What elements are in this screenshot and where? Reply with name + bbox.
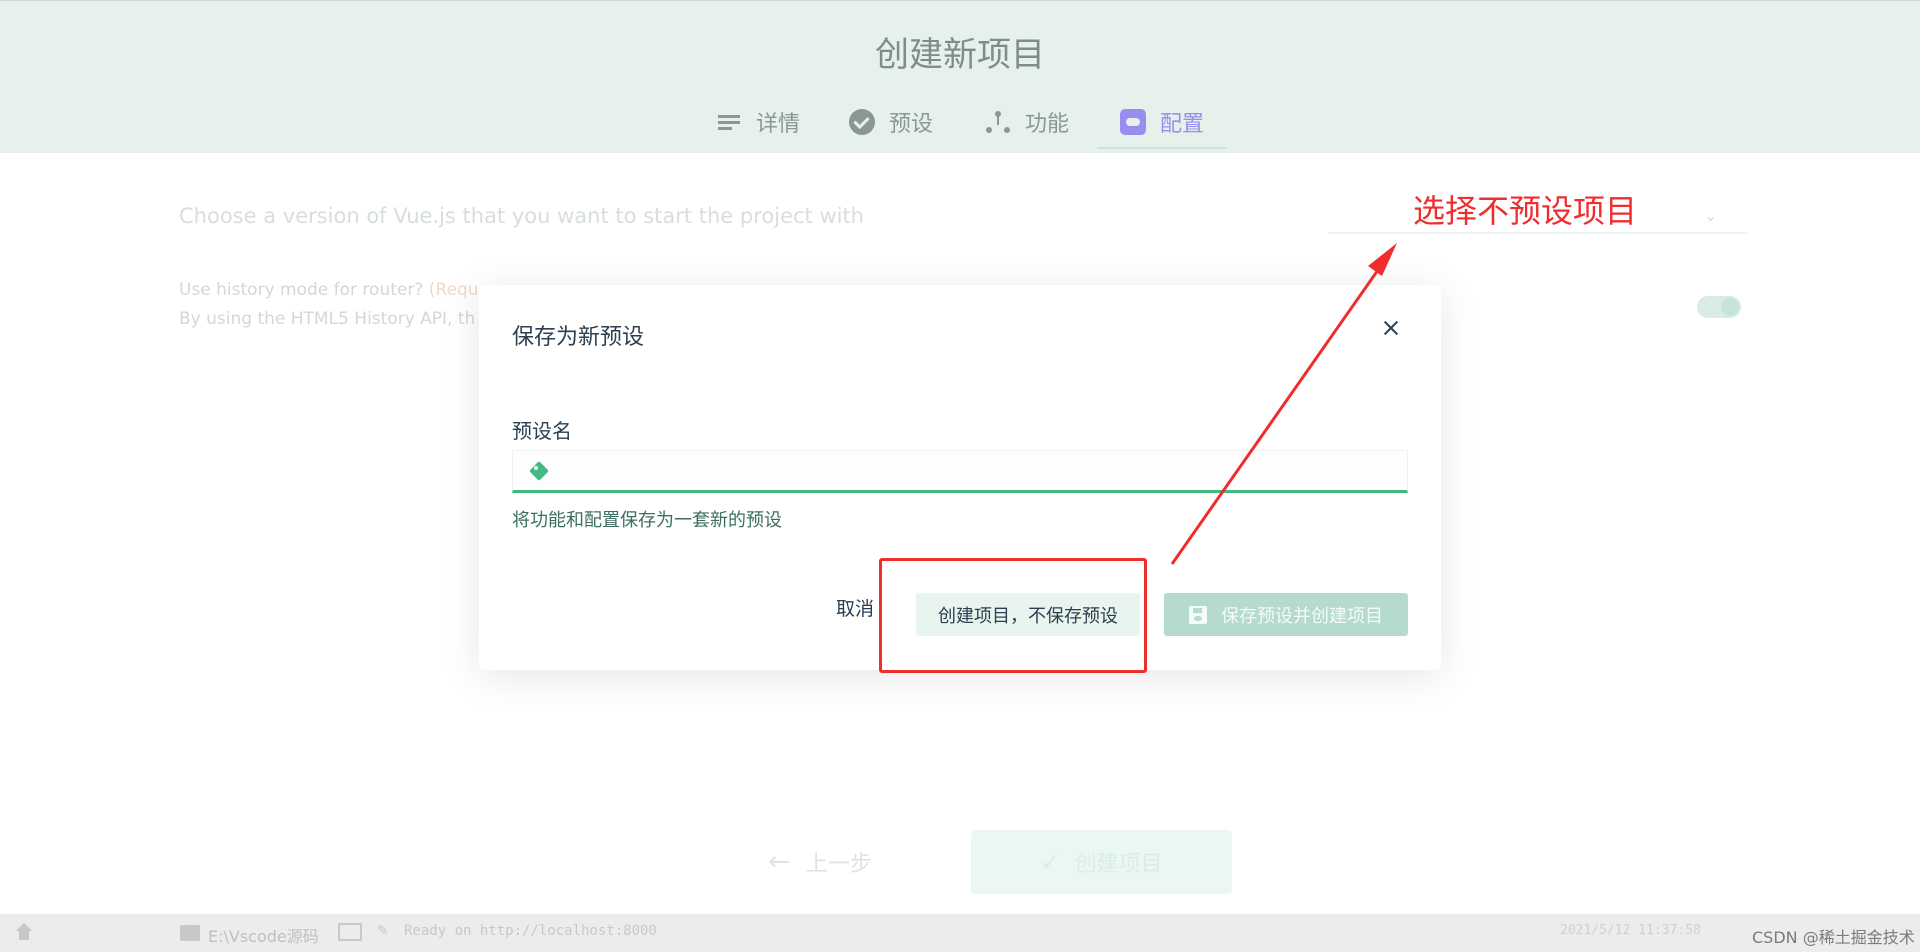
floppy-disk-icon [1189, 605, 1207, 624]
tab-presets[interactable]: 预设 [849, 101, 933, 143]
preset-name-input[interactable] [559, 451, 1399, 491]
save-preset-and-create-button[interactable]: 保存预设并创建项目 [1164, 593, 1408, 636]
console-icon[interactable] [338, 923, 362, 941]
tree-icon [985, 109, 1011, 135]
preset-name-label: 预设名 [512, 419, 572, 443]
chevron-down-icon[interactable]: ⌄ [1704, 206, 1717, 225]
watermark: CSDN @稀土掘金技术社区 [1752, 928, 1915, 947]
check-icon: ✓ [1040, 848, 1061, 876]
status-time: 2021/5/12 11:37:58 [1560, 923, 1701, 938]
tab-features[interactable]: 功能 [985, 101, 1069, 143]
history-mode-question: Use history mode for router? [179, 280, 424, 300]
create-project-label: 创建项目 [1074, 852, 1163, 877]
annotation-text: 选择不预设项目 [1413, 192, 1638, 230]
vue-version-select[interactable] [1328, 232, 1748, 234]
tab-details[interactable]: 详情 [716, 101, 800, 143]
config-icon [1120, 109, 1146, 135]
tab-features-label: 功能 [1025, 112, 1070, 137]
page-header: 创建新项目 详情 预设 功能 配置 [0, 1, 1920, 153]
history-mode-description: By using the HTML5 History API, th [179, 309, 476, 329]
project-path[interactable]: E:\Vscode源码 [208, 923, 319, 947]
tab-presets-label: 预设 [889, 112, 934, 137]
history-mode-required: (Requ [428, 280, 479, 300]
check-circle-icon [849, 109, 875, 135]
vue-version-prompt: Choose a version of Vue.js that you want… [179, 204, 864, 228]
list-icon [716, 109, 742, 135]
tab-config[interactable]: 配置 [1120, 101, 1204, 143]
server-status: Ready on http://localhost:8000 [404, 923, 657, 939]
tab-details-label: 详情 [756, 112, 801, 137]
create-project-button[interactable]: ✓ 创建项目 [971, 830, 1232, 894]
history-mode-toggle[interactable] [1697, 296, 1741, 318]
tab-config-label: 配置 [1160, 112, 1205, 137]
history-mode-title: Use history mode for router? (Requ [179, 280, 478, 300]
active-tab-indicator [1097, 147, 1227, 149]
preset-name-field[interactable] [512, 450, 1408, 493]
step-tabs: 详情 预设 功能 配置 [0, 101, 1920, 149]
bottom-actions: ← 上一步 ✓ 创建项目 [0, 830, 1920, 894]
cancel-button[interactable]: 取消 [836, 594, 874, 621]
page-title: 创建新项目 [875, 35, 1045, 75]
preset-name-help: 将功能和配置保存为一套新的预设 [512, 510, 782, 531]
folder-icon[interactable] [180, 925, 200, 941]
pencil-icon: ✎ [377, 923, 389, 939]
dialog-title: 保存为新预设 [512, 325, 645, 350]
previous-step-button[interactable]: ← 上一步 [690, 830, 950, 894]
annotation-highlight-box [879, 558, 1147, 673]
previous-step-label: 上一步 [805, 852, 872, 877]
home-icon[interactable] [14, 923, 34, 941]
save-preset-and-create-label: 保存预设并创建项目 [1221, 605, 1383, 627]
arrow-left-icon: ← [768, 847, 790, 877]
close-icon[interactable] [1378, 315, 1404, 341]
status-bar: E:\Vscode源码 ✎ Ready on http://localhost:… [0, 914, 1920, 952]
tag-icon [529, 462, 549, 480]
